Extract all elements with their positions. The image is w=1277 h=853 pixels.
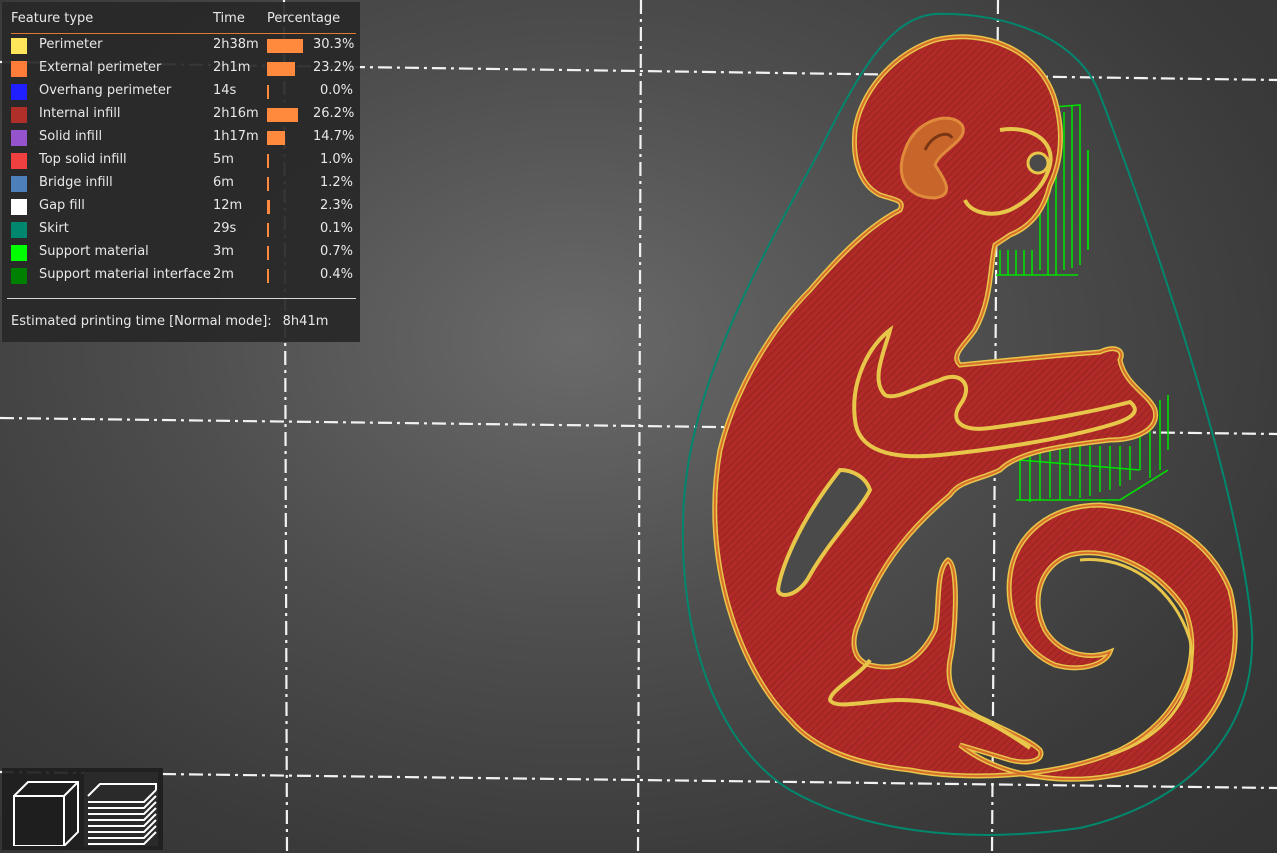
feature-time: 5m — [213, 152, 234, 167]
legend-row: Support material 3m 0.7% — [11, 244, 356, 264]
feature-time: 14s — [213, 83, 237, 98]
percentage-bar — [267, 131, 285, 145]
feature-time: 2m — [213, 267, 234, 282]
feature-time: 1h17m — [213, 129, 259, 144]
feature-time: 12m — [213, 198, 243, 213]
legend-header: Feature type Time Percentage — [11, 11, 356, 34]
feature-percentage: 14.7% — [313, 129, 355, 144]
legend-separator — [7, 298, 356, 299]
feature-time: 2h16m — [213, 106, 259, 121]
percentage-bar — [267, 85, 269, 99]
feature-percentage: 0.4% — [319, 267, 353, 282]
view-3d-button[interactable] — [6, 772, 80, 847]
percentage-bar — [267, 39, 303, 53]
color-swatch — [11, 107, 27, 123]
color-swatch — [11, 61, 27, 77]
feature-name: Gap fill — [39, 198, 85, 213]
view-toggle — [2, 768, 163, 850]
feature-percentage: 30.3% — [313, 37, 355, 52]
color-swatch — [11, 176, 27, 192]
print-model-monkey — [712, 34, 1238, 782]
feature-time: 3m — [213, 244, 234, 259]
feature-percentage: 0.0% — [319, 83, 353, 98]
feature-name: Solid infill — [39, 129, 103, 144]
layers-icon — [87, 783, 157, 845]
feature-percentage: 2.3% — [319, 198, 353, 213]
feature-name: Support material interface — [39, 267, 211, 282]
percentage-bar — [267, 108, 298, 122]
feature-name: Skirt — [39, 221, 69, 236]
legend-row: Perimeter 2h38m 30.3% — [11, 37, 356, 57]
feature-percentage: 0.7% — [319, 244, 353, 259]
color-swatch — [11, 199, 27, 215]
percentage-bar — [267, 154, 269, 168]
feature-percentage: 26.2% — [313, 106, 355, 121]
feature-name: Support material — [39, 244, 149, 259]
feature-time: 2h1m — [213, 60, 251, 75]
feature-percentage: 23.2% — [313, 60, 355, 75]
feature-name: Top solid infill — [39, 152, 127, 167]
percentage-bar — [267, 269, 269, 283]
percentage-bar — [267, 200, 270, 214]
color-swatch — [11, 268, 27, 284]
feature-percentage: 1.2% — [319, 175, 353, 190]
legend-row: Gap fill 12m 2.3% — [11, 198, 356, 218]
feature-percentage: 0.1% — [319, 221, 353, 236]
feature-time: 29s — [213, 221, 237, 236]
layers-view-button[interactable] — [84, 772, 158, 846]
feature-percentage: 1.0% — [319, 152, 353, 167]
cube-icon — [13, 781, 79, 847]
percentage-bar — [267, 223, 269, 237]
estimated-time-label: Estimated printing time [Normal mode]: — [11, 314, 272, 329]
legend-row: Internal infill 2h16m 26.2% — [11, 106, 356, 126]
percentage-bar — [267, 62, 295, 76]
percentage-bar — [267, 246, 269, 260]
feature-name: Bridge infill — [39, 175, 113, 190]
header-time: Time — [213, 11, 245, 26]
feature-time: 6m — [213, 175, 234, 190]
legend-row: Support material interface 2m 0.4% — [11, 267, 356, 287]
header-percentage: Percentage — [267, 11, 341, 26]
feature-name: Perimeter — [39, 37, 103, 52]
feature-name: External perimeter — [39, 60, 162, 75]
estimated-time: Estimated printing time [Normal mode]: 8h… — [11, 314, 328, 329]
legend-row: Solid infill 1h17m 14.7% — [11, 129, 356, 149]
legend-panel: Feature type Time Percentage Perimeter 2h… — [2, 2, 360, 342]
color-swatch — [11, 153, 27, 169]
3d-viewport[interactable]: Feature type Time Percentage Perimeter 2h… — [0, 0, 1277, 853]
legend-row: Skirt 29s 0.1% — [11, 221, 356, 241]
feature-time: 2h38m — [213, 37, 259, 52]
color-swatch — [11, 84, 27, 100]
color-swatch — [11, 222, 27, 238]
color-swatch — [11, 130, 27, 146]
legend-row: Overhang perimeter 14s 0.0% — [11, 83, 356, 103]
percentage-bar — [267, 177, 269, 191]
color-swatch — [11, 245, 27, 261]
feature-name: Overhang perimeter — [39, 83, 172, 98]
estimated-time-value: 8h41m — [282, 314, 329, 329]
legend-row: Top solid infill 5m 1.0% — [11, 152, 356, 172]
color-swatch — [11, 38, 27, 54]
feature-name: Internal infill — [39, 106, 121, 121]
legend-row: External perimeter 2h1m 23.2% — [11, 60, 356, 80]
legend-row: Bridge infill 6m 1.2% — [11, 175, 356, 195]
header-feature-type: Feature type — [11, 11, 94, 26]
